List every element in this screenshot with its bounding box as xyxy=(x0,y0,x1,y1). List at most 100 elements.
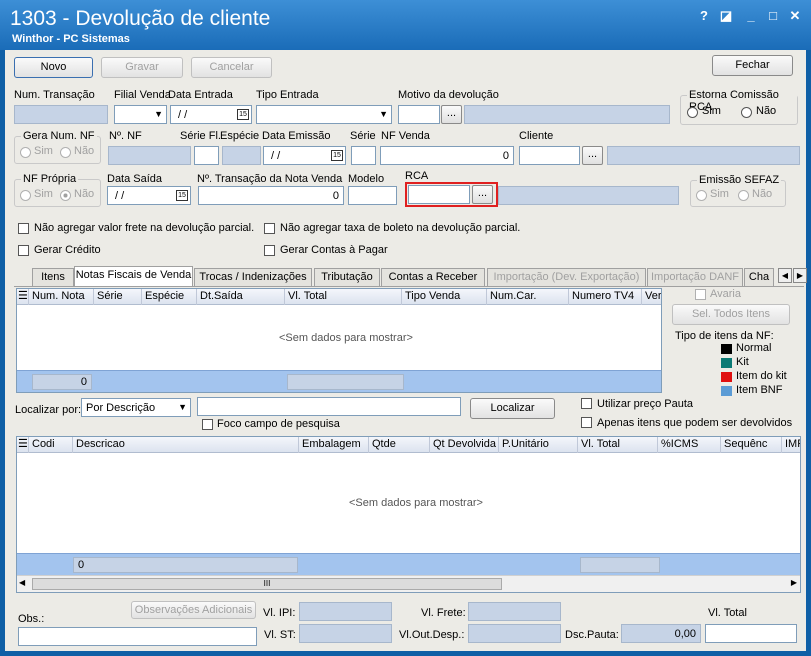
col-num-car[interactable]: Num.Car. xyxy=(487,289,569,305)
grid-menu-icon[interactable]: ☰ xyxy=(17,437,29,453)
tab-itens[interactable]: Itens xyxy=(32,268,74,286)
cliente-search-button[interactable]: ... xyxy=(582,146,603,165)
col-imp[interactable]: IMP xyxy=(782,437,800,453)
sel-todos-button[interactable]: Sel. Todos Itens xyxy=(672,304,790,325)
especie-field[interactable] xyxy=(222,146,261,165)
col-embalagem[interactable]: Embalagem xyxy=(299,437,369,453)
col-ver[interactable]: Ver xyxy=(642,289,661,305)
grid-menu-icon[interactable]: ☰ xyxy=(17,289,29,305)
maximize-icon[interactable]: □ xyxy=(765,8,781,24)
sefaz-nao-radio[interactable] xyxy=(738,190,749,201)
col-vl-total[interactable]: Vl. Total xyxy=(578,437,658,453)
calendar-icon[interactable]: 15 xyxy=(176,190,188,201)
nf-venda-label: NF Venda xyxy=(381,130,430,142)
col-icms[interactable]: %ICMS xyxy=(658,437,721,453)
gerar-credito-checkbox[interactable] xyxy=(18,245,29,256)
calendar-icon[interactable]: 15 xyxy=(331,150,343,161)
data-entrada-field[interactable]: / /15 xyxy=(170,105,252,124)
col-numero-tv4[interactable]: Numero TV4 xyxy=(569,289,642,305)
gravar-button[interactable]: Gravar xyxy=(101,57,183,78)
filial-venda-select[interactable]: ▼ xyxy=(114,105,167,124)
tab-tributacao[interactable]: Tributação xyxy=(314,268,380,286)
col-dt-saida[interactable]: Dt.Saída xyxy=(197,289,285,305)
num-transacao-field[interactable] xyxy=(14,105,108,124)
gerar-contas-checkbox[interactable] xyxy=(264,245,275,256)
tab-notas-fiscais[interactable]: Notas Fiscais de Venda xyxy=(74,266,193,286)
tab-contas-receber[interactable]: Contas a Receber xyxy=(381,268,485,286)
estorna-group: Estorna Comissão RCA Sim Não xyxy=(680,89,798,125)
nf-venda-field[interactable]: 0 xyxy=(380,146,514,165)
estorna-sim-radio[interactable] xyxy=(687,107,698,118)
col-sequencia[interactable]: Sequênc xyxy=(721,437,782,453)
dsc-pauta-field: 0,00 xyxy=(621,624,701,643)
scroll-left-icon[interactable]: ◀ xyxy=(19,578,25,587)
localizar-por-label: Localizar por: xyxy=(15,404,82,416)
utilizar-preco-label: Utilizar preço Pauta xyxy=(597,398,693,410)
rca-search-button[interactable]: ... xyxy=(472,185,493,204)
col-num-nota[interactable]: Num. Nota xyxy=(29,289,94,305)
serie-field[interactable] xyxy=(351,146,376,165)
tab-scroll-right-icon[interactable]: ▶ xyxy=(793,268,807,283)
notas-grid-empty: <Sem dados para mostrar> xyxy=(279,332,413,344)
cancelar-button[interactable]: Cancelar xyxy=(191,57,272,78)
scroll-right-icon[interactable]: ▶ xyxy=(791,578,797,587)
novo-button[interactable]: Novo xyxy=(14,57,93,78)
avaria-checkbox[interactable] xyxy=(695,289,706,300)
col-qt-devolvida[interactable]: Qt Devolvida xyxy=(430,437,499,453)
tab-trocas[interactable]: Trocas / Indenizações xyxy=(194,268,312,286)
col-qtde[interactable]: Qtde xyxy=(369,437,430,453)
calendar-icon[interactable]: 15 xyxy=(237,109,249,120)
col-descricao[interactable]: Descricao xyxy=(73,437,299,453)
nao-agregar-frete-checkbox[interactable] xyxy=(18,223,29,234)
num-transacao-nota-field[interactable]: 0 xyxy=(198,186,344,205)
modelo-field[interactable] xyxy=(348,186,397,205)
itens-grid-hscrollbar[interactable]: ◀ III ▶ xyxy=(17,575,800,592)
fechar-button[interactable]: Fechar xyxy=(712,55,793,76)
restore-icon[interactable]: ◪ xyxy=(718,8,734,24)
gera-nao-radio[interactable] xyxy=(60,147,71,158)
legend-kit-swatch xyxy=(721,358,732,368)
apenas-itens-checkbox[interactable] xyxy=(581,417,592,428)
observacoes-button[interactable]: Observações Adicionais xyxy=(131,601,256,619)
minimize-icon[interactable]: _ xyxy=(743,8,759,24)
localizar-por-select[interactable]: Por Descrição ▼ xyxy=(81,398,191,417)
serie-fl-field[interactable] xyxy=(194,146,219,165)
data-entrada-label: Data Entrada xyxy=(168,89,233,101)
nf-propria-nao-radio[interactable] xyxy=(60,190,71,201)
localizar-button[interactable]: Localizar xyxy=(470,398,555,419)
col-codi[interactable]: Codi xyxy=(29,437,73,453)
col-especie[interactable]: Espécie xyxy=(142,289,197,305)
help-icon[interactable]: ? xyxy=(696,8,712,24)
motivo-field[interactable] xyxy=(398,105,440,124)
sefaz-sim-radio[interactable] xyxy=(696,190,707,201)
utilizar-preco-checkbox[interactable] xyxy=(581,398,592,409)
motivo-search-button[interactable]: ... xyxy=(441,105,462,124)
data-saida-field[interactable]: / /15 xyxy=(107,186,191,205)
notas-grid[interactable]: ☰ Num. Nota Série Espécie Dt.Saída Vl. T… xyxy=(16,288,662,393)
cliente-field[interactable] xyxy=(519,146,580,165)
col-serie[interactable]: Série xyxy=(94,289,142,305)
data-emissao-field[interactable]: / /15 xyxy=(263,146,346,165)
scroll-thumb[interactable]: III xyxy=(32,578,502,590)
num-nf-field[interactable] xyxy=(108,146,191,165)
gera-sim-radio[interactable] xyxy=(20,147,31,158)
foco-checkbox[interactable] xyxy=(202,419,213,430)
legend-normal-label: Normal xyxy=(736,342,772,354)
itens-grid[interactable]: ☰ Codi Descricao Embalagem Qtde Qt Devol… xyxy=(16,436,801,593)
tab-importacao-danf[interactable]: Importação DANF xyxy=(647,268,743,286)
estorna-nao-radio[interactable] xyxy=(741,107,752,118)
obs-field[interactable] xyxy=(18,627,257,646)
vl-ipi-label: Vl. IPI: xyxy=(263,607,296,619)
col-vl-total[interactable]: Vl. Total xyxy=(285,289,402,305)
search-input[interactable] xyxy=(197,397,461,416)
tipo-entrada-select[interactable]: ▼ xyxy=(256,105,392,124)
close-icon[interactable]: ✕ xyxy=(787,8,803,24)
nao-agregar-boleto-checkbox[interactable] xyxy=(264,223,275,234)
nf-propria-sim-radio[interactable] xyxy=(20,190,31,201)
rca-field[interactable] xyxy=(408,185,470,204)
col-tipo-venda[interactable]: Tipo Venda xyxy=(402,289,487,305)
tab-scroll-left-icon[interactable]: ◀ xyxy=(778,268,792,283)
col-p-unitario[interactable]: P.Unitário xyxy=(499,437,578,453)
tab-importacao-exportacao[interactable]: Importação (Dev. Exportação) xyxy=(487,268,646,286)
tab-cha[interactable]: Cha xyxy=(744,268,774,286)
